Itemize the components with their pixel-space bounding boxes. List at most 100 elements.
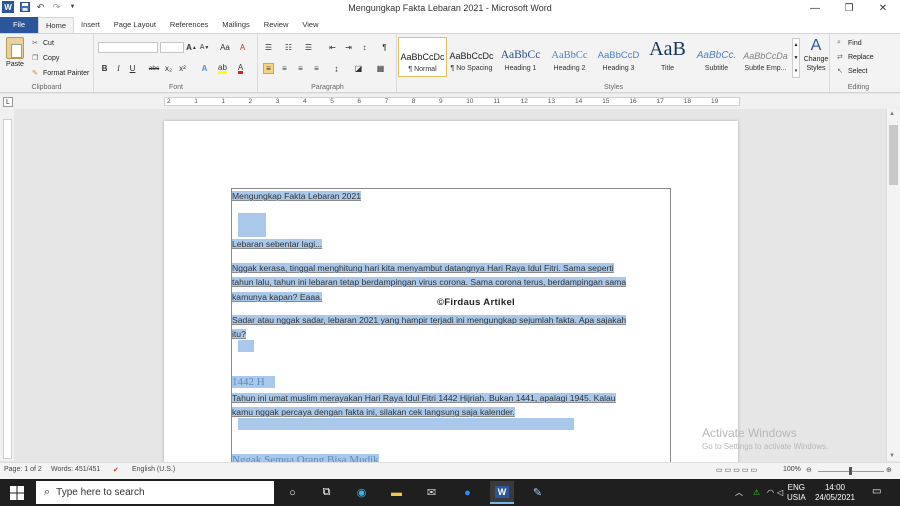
style-heading-2[interactable]: AaBbCc Heading 2 [545,37,594,77]
volume-icon[interactable]: ◁ [777,488,783,498]
format-painter-button[interactable]: ✎ Format Painter [32,69,89,78]
style-normal[interactable]: AaBbCcDc ¶ Normal [398,37,447,77]
text-effects-icon[interactable]: A [199,63,210,74]
style-preview: AaBbCc. [696,50,737,61]
zoom-level[interactable]: 100% [783,466,801,473]
show-marks-button[interactable]: ¶ [379,42,390,53]
change-styles-button[interactable]: A Change Styles [802,37,830,73]
notification-icon[interactable]: ▭ [872,487,881,497]
tab-references[interactable]: References [163,17,215,33]
clock[interactable]: 14:00 24/05/2021 [810,483,860,503]
view-buttons[interactable]: ▭▭▭▭▭ [716,466,759,474]
task-view-icon[interactable]: ⧉ [317,483,336,502]
change-case-button[interactable]: Aa [217,42,233,53]
styles-scroll[interactable]: ▲ ▼ ▾ [792,38,800,78]
select-button[interactable]: ↖ Select [837,67,867,76]
style-title[interactable]: AaB Title [643,37,692,77]
highlight-icon[interactable]: ab [217,63,228,74]
paragraph-4-line-1: Tahun ini umat muslim merayakan Hari Ray… [232,392,616,404]
style-subtitle[interactable]: AaBbCc. Subtitle [692,37,741,77]
proofing-icon[interactable]: ✔ [113,466,119,474]
close-button[interactable]: ✕ [866,0,900,17]
align-right-icon[interactable]: ≡ [295,63,306,74]
line-spacing-icon[interactable]: ↨ [331,63,342,74]
zoom-in-icon[interactable]: ⊕ [886,466,892,474]
mail-icon[interactable]: ✉ [422,483,441,502]
ruler-number: 2 [248,98,253,105]
zoom-out-icon[interactable]: ⊖ [806,466,812,474]
style-heading-1[interactable]: AaBbCc Heading 1 [496,37,545,77]
superscript-button[interactable]: x² [177,63,188,74]
cut-button[interactable]: ✂ Cut [32,39,54,48]
align-center-icon[interactable]: ≡ [279,63,290,74]
horizontal-ruler[interactable]: L 2 1 1 2 3 4 5 6 7 8 9 10 11 12 13 14 15 16 17 18 19 [0,94,900,109]
paragraph-3-line-1: Sadar atau nggak sadar, lebaran 2021 yan… [232,314,627,326]
style-no-spacing[interactable]: AaBbCcDc ¶ No Spacing [447,37,496,77]
ruler-number: 6 [357,98,362,105]
tab-home[interactable]: Home [38,17,75,33]
vertical-scrollbar[interactable]: ▲ ▼ [886,109,900,461]
language-indicator[interactable]: English (U.S.) [132,466,175,473]
increase-indent-icon[interactable]: ⇥ [343,42,354,53]
network-status-icon[interactable]: ⚠ [753,488,760,498]
restore-button[interactable]: ❐ [832,0,866,17]
scroll-up-icon[interactable]: ▲ [889,111,895,117]
tab-selector-icon[interactable]: L [3,97,13,107]
replace-button[interactable]: ⇄ Replace [837,53,874,62]
tab-review[interactable]: Review [257,17,296,33]
tab-file[interactable]: File [0,17,38,33]
tab-insert[interactable]: Insert [74,17,107,33]
style-preview: AaBbCcDa [743,51,788,61]
numbering-icon[interactable]: ☷ [283,42,294,53]
font-color-icon[interactable]: A [235,63,246,74]
style-heading-3[interactable]: AaBbCcD Heading 3 [594,37,643,77]
taskbar: ⌕ Type here to search ○ ⧉ ◉ ▬ ✉ ● W ✎ ︿ … [0,479,900,506]
paragraph-4-line-2: kamu nggak percaya dengan fakta ini, sil… [232,406,515,418]
word-taskbar-icon[interactable]: W [490,481,514,504]
font-size-dropdown[interactable] [160,42,184,53]
decrease-indent-icon[interactable]: ⇤ [327,42,338,53]
justify-icon[interactable]: ≡ [311,63,322,74]
paint-icon[interactable]: ✎ [528,483,547,502]
shading-icon[interactable]: ◪ [353,63,364,74]
select-icon: ↖ [837,68,843,75]
find-button[interactable]: ⌕ Find [837,39,862,47]
wifi-icon[interactable]: ◠ [767,488,774,498]
minimize-button[interactable]: — [798,0,832,17]
borders-icon[interactable]: ▦ [375,63,386,74]
italic-button[interactable]: I [113,63,124,74]
tab-mailings[interactable]: Mailings [215,17,257,33]
tray-chevron-icon[interactable]: ︿ [735,488,743,498]
page-count[interactable]: Page: 1 of 2 [4,466,42,473]
style-subtle-emphasis[interactable]: AaBbCcDa Subtle Emp... [741,37,790,77]
cortana-icon[interactable]: ○ [283,483,302,502]
language-indicator-tray[interactable]: ENG USIA [787,483,806,503]
grow-font-button[interactable]: A ▲ [186,42,197,53]
bullets-icon[interactable]: ☰ [263,42,274,53]
copy-button[interactable]: ❐ Copy [32,54,59,63]
subscript-button[interactable]: x₂ [163,63,174,74]
align-left-icon[interactable]: ≡ [263,63,274,74]
word-count[interactable]: Words: 451/451 [51,466,100,473]
sort-icon[interactable]: ↕ [359,42,370,53]
multilevel-list-icon[interactable]: ☰ [303,42,314,53]
style-preview: AaBbCcD [597,50,640,61]
tab-view[interactable]: View [295,17,325,33]
zoom-app-icon[interactable]: ● [458,483,477,502]
clear-formatting-button[interactable]: A [237,42,248,53]
taskbar-search-box[interactable]: ⌕ Type here to search [36,481,274,504]
tab-page-layout[interactable]: Page Layout [107,17,163,33]
scroll-thumb[interactable] [889,125,898,185]
file-explorer-icon[interactable]: ▬ [387,483,406,502]
windows-start-icon[interactable] [10,486,24,500]
paste-button[interactable]: Paste [4,37,26,68]
edge-icon[interactable]: ◉ [352,483,371,502]
scroll-down-icon[interactable]: ▼ [889,453,895,459]
vertical-ruler[interactable] [0,109,14,461]
zoom-slider-thumb[interactable] [849,467,852,475]
underline-button[interactable]: U [127,63,138,74]
font-name-dropdown[interactable] [98,42,158,53]
strikethrough-button[interactable]: abc [147,63,161,74]
bold-button[interactable]: B [99,63,110,74]
shrink-font-button[interactable]: A ▼ [199,42,210,53]
